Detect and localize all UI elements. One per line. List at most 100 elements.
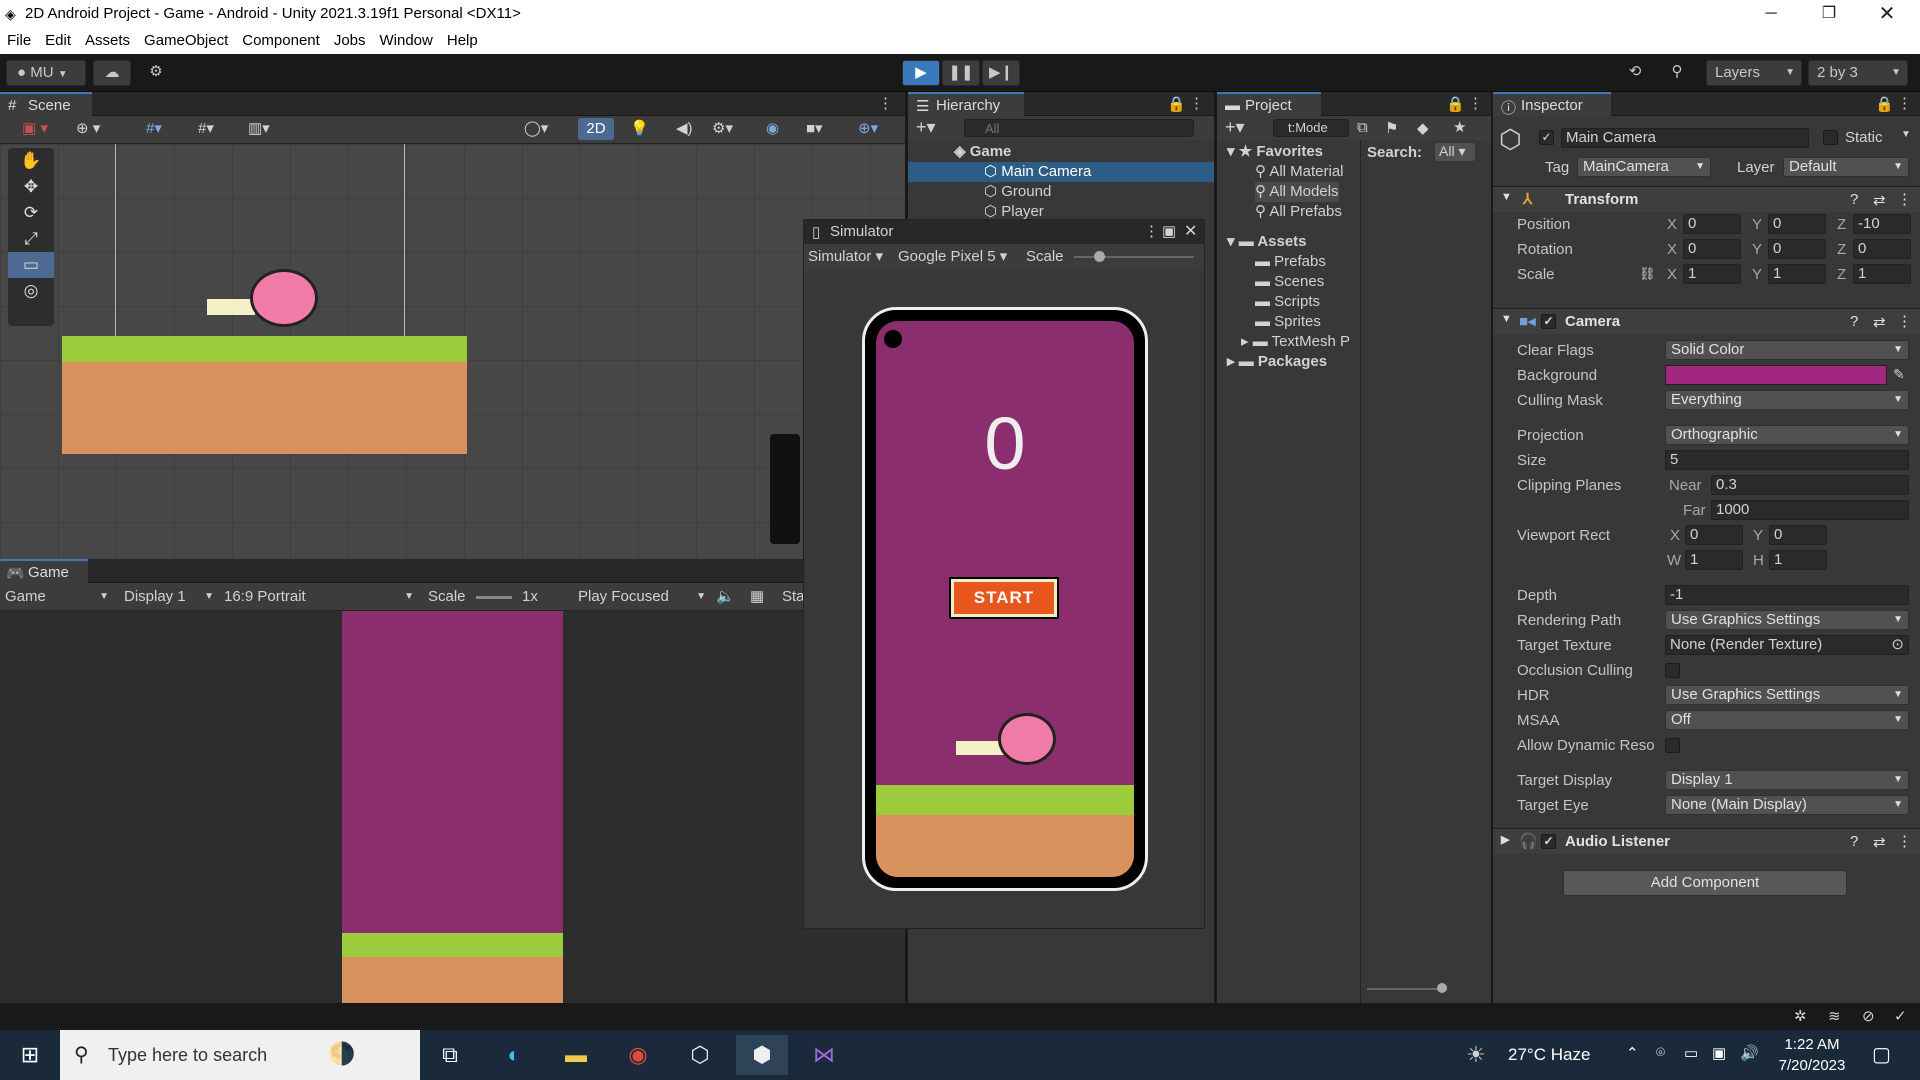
weather-icon[interactable]: ☀ (1466, 1042, 1486, 1068)
windows-start-icon[interactable]: ⊞ (4, 1035, 56, 1075)
msaa-dropdown[interactable]: Off ▼ (1665, 710, 1909, 730)
tab-game[interactable]: 🎮 Game (0, 559, 88, 583)
more-options-icon[interactable]: ⋮ (1468, 94, 1483, 112)
shading-icon[interactable]: ◯▾ (524, 119, 564, 139)
filter-label-icon[interactable]: ⚑ (1385, 119, 1398, 137)
object-name-field[interactable]: Main Camera (1561, 128, 1809, 148)
rotate-tool-icon[interactable]: ⟳ (8, 200, 54, 226)
lock-icon[interactable]: 🔒 (1167, 95, 1186, 113)
menu-help[interactable]: Help (440, 29, 485, 49)
viewport-w-field[interactable]: 1 (1685, 550, 1743, 570)
file-explorer-icon[interactable]: ▬ (550, 1035, 602, 1075)
account-dropdown[interactable]: ● MU ▼ (6, 60, 86, 86)
move-tool-icon[interactable]: ✥ (8, 174, 54, 200)
unity-hub-icon[interactable]: ⬡ (674, 1035, 726, 1075)
occlusion-culling-checkbox[interactable] (1665, 663, 1680, 678)
tag-icon[interactable]: ◆ (1417, 119, 1429, 137)
device-dropdown[interactable]: Google Pixel 5 ▾ (898, 246, 1007, 268)
hierarchy-search-input[interactable] (964, 119, 1194, 137)
grid-icon[interactable]: #▾ (198, 119, 242, 139)
notification-icon[interactable]: ▢ (1872, 1042, 1891, 1067)
increment-snap-icon[interactable]: ▥▾ (248, 119, 292, 139)
menu-file[interactable]: File (0, 29, 38, 49)
unity-editor-icon[interactable]: ⬢ (736, 1035, 788, 1075)
assets-folder[interactable]: ▾ ▬ Assets (1227, 232, 1307, 252)
allow-dynamic-resolution-checkbox[interactable] (1665, 738, 1680, 753)
help-icon[interactable]: ? (1850, 833, 1858, 850)
tab-project[interactable]: ▬ Project (1217, 92, 1321, 116)
clear-flags-dropdown[interactable]: Solid Color ▼ (1665, 340, 1909, 360)
size-field[interactable]: 5 (1665, 450, 1909, 470)
layout-dropdown[interactable]: 2 by 3 ▼ (1808, 60, 1908, 86)
add-icon[interactable]: +▾ (1225, 117, 1245, 138)
display-dropdown[interactable]: Display 1 ▼ (124, 586, 216, 608)
more-options-icon[interactable]: ⋮ (1144, 222, 1159, 240)
gizmos-icon[interactable]: ⊕▾ (858, 119, 878, 137)
projection-dropdown[interactable]: Orthographic ▼ (1665, 425, 1909, 445)
more-options-icon[interactable]: ⋮ (1189, 94, 1204, 112)
tab-inspector[interactable]: ⓘ Inspector (1493, 92, 1611, 117)
search-icon[interactable]: ⚲ (1660, 60, 1694, 86)
far-field[interactable]: 1000 (1711, 500, 1909, 520)
gizmo-orientation-icon[interactable]: ⊕ ▾ (76, 119, 116, 139)
aspect-dropdown[interactable]: 16:9 Portrait ▼ (224, 586, 416, 608)
transform-z-field[interactable]: 0 (1853, 239, 1911, 259)
camera-header[interactable]: ▼ ■◂ ✓ Camera ? ⇄ ⋮ (1493, 308, 1920, 334)
asset-folder[interactable]: ▬ Scripts (1255, 292, 1320, 312)
draw-mode-icon[interactable]: ▣ ▾ (22, 119, 62, 139)
effects-icon[interactable]: ⚙▾ (712, 119, 733, 137)
collab-icon[interactable]: ⚙ (139, 60, 173, 86)
background-color-swatch[interactable] (1665, 365, 1887, 385)
pause-button[interactable]: ❚❚ (942, 60, 980, 86)
more-options-icon[interactable]: ⋮ (1897, 190, 1912, 208)
stats-icon[interactable]: ▦ (750, 586, 764, 608)
more-options-icon[interactable]: ⋮ (1897, 94, 1912, 112)
stats-button[interactable]: Sta (782, 586, 805, 608)
hierarchy-item[interactable]: ⬡ Ground (908, 182, 1214, 202)
transform-z-field[interactable]: -10 (1853, 214, 1911, 234)
active-checkbox[interactable]: ✓ (1539, 130, 1554, 145)
close-icon[interactable]: ✕ (1184, 221, 1197, 241)
layers-icon[interactable]: ≋ (1828, 1007, 1841, 1025)
rect-tool-icon[interactable]: ▭ (8, 252, 54, 278)
preset-icon[interactable]: ⇄ (1873, 191, 1886, 209)
star-icon[interactable]: ★ (1453, 118, 1466, 136)
maximize-icon[interactable]: ▣ (1162, 222, 1176, 240)
layer-dropdown[interactable]: Default ▼ (1783, 157, 1909, 177)
simulator-mode-dropdown[interactable]: Simulator ▾ (808, 246, 883, 268)
progress-icon[interactable]: ⊘ (1862, 1007, 1875, 1025)
2d-toggle-button[interactable]: 2D (578, 118, 614, 140)
visual-studio-icon[interactable]: ⋈ (798, 1035, 850, 1075)
close-button[interactable]: ✕ (1858, 0, 1916, 29)
lighting-icon[interactable]: 💡 (630, 119, 649, 137)
viewport-x-field[interactable]: 0 (1685, 525, 1743, 545)
audio-listener-header[interactable]: ▶ 🎧 ✓ Audio Listener ? ⇄ ⋮ (1493, 828, 1920, 854)
check-icon[interactable]: ✓ (1894, 1007, 1907, 1025)
scale-tool-icon[interactable]: ⤢ (8, 226, 54, 252)
target-eye-dropdown[interactable]: None (Main Display) ▼ (1665, 795, 1909, 815)
favorite-item[interactable]: ⚲ All Models (1255, 182, 1339, 202)
step-button[interactable]: ▶❙ (982, 60, 1020, 86)
more-options-icon[interactable]: ⋮ (1897, 832, 1912, 850)
constrain-proportions-icon[interactable]: ⛓ (1639, 266, 1656, 282)
static-dropdown-icon[interactable]: ▼ (1901, 129, 1911, 140)
simulator-tab[interactable]: Simulator (830, 223, 893, 240)
viewport-h-field[interactable]: 1 (1769, 550, 1827, 570)
volume-icon[interactable]: 🔊 (1740, 1044, 1759, 1062)
transform-y-field[interactable]: 0 (1768, 239, 1826, 259)
transform-y-field[interactable]: 0 (1768, 214, 1826, 234)
favorites-folder[interactable]: ▾ ★ Favorites (1227, 142, 1323, 162)
near-field[interactable]: 0.3 (1711, 475, 1909, 495)
search-scope-dropdown[interactable]: All ▾ (1435, 143, 1475, 161)
network-icon[interactable]: ⌾ (1656, 1044, 1665, 1061)
grid-snap-icon[interactable]: #▾ (146, 119, 190, 139)
layers-dropdown[interactable]: Layers ▼ (1706, 60, 1802, 86)
object-picker-icon[interactable]: ⊙ (1891, 636, 1904, 654)
static-checkbox[interactable] (1823, 130, 1838, 145)
depth-field[interactable]: -1 (1665, 585, 1909, 605)
lock-icon[interactable]: 🔒 (1875, 95, 1894, 113)
add-icon[interactable]: +▾ (916, 117, 936, 138)
clock[interactable]: 1:22 AM 7/20/2023 (1766, 1034, 1858, 1076)
audio-icon[interactable]: ◀) (676, 119, 693, 137)
minimize-button[interactable]: ─ (1742, 0, 1800, 29)
